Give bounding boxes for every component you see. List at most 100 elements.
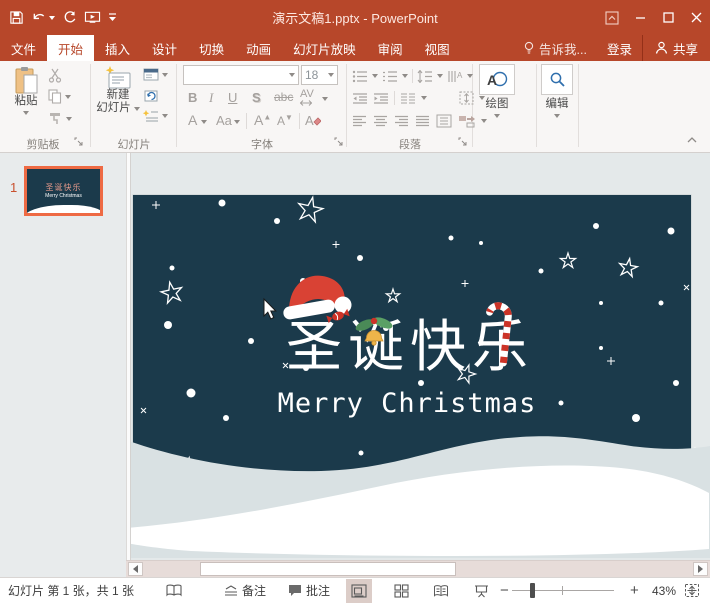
copy-dropdown-icon[interactable]	[65, 94, 71, 99]
zoom-out-button[interactable]: −	[500, 578, 509, 603]
paste-dropdown-icon[interactable]	[23, 111, 29, 115]
minimize-button[interactable]	[626, 0, 654, 35]
grow-font-button[interactable]: A▲	[254, 112, 271, 128]
distribute-columns-icon[interactable]	[436, 114, 452, 128]
line-spacing-icon[interactable]	[417, 69, 433, 83]
ribbon-display-options-button[interactable]	[598, 0, 626, 35]
character-spacing-button[interactable]: AV	[300, 88, 314, 106]
columns-icon[interactable]	[400, 92, 416, 105]
zoom-in-button[interactable]: +	[630, 578, 639, 603]
align-left-icon[interactable]	[352, 115, 367, 128]
reset-button[interactable]	[143, 88, 159, 103]
notes-button[interactable]: 备注	[224, 578, 266, 603]
zoom-slider-thumb[interactable]	[530, 583, 535, 598]
slide-title-text[interactable]: 圣诞快乐	[286, 315, 534, 380]
align-text-icon[interactable]	[459, 91, 474, 105]
new-slide-dropdown-icon[interactable]	[133, 106, 140, 111]
tab-slideshow[interactable]: 幻灯片放映	[282, 35, 367, 61]
customize-qat-button[interactable]	[108, 12, 117, 23]
editing-button[interactable]: 编辑	[540, 64, 574, 118]
paste-button[interactable]: 粘贴	[12, 66, 40, 115]
scrollbar-thumb[interactable]	[200, 562, 456, 576]
start-slideshow-button[interactable]	[84, 10, 101, 25]
slide-subtitle-text[interactable]: Merry Christmas	[278, 388, 537, 419]
increase-indent-icon[interactable]	[373, 92, 389, 105]
italic-button[interactable]: I	[209, 90, 213, 106]
slide-canvas[interactable]: 圣诞快乐 Merry Christmas	[131, 153, 710, 560]
tell-me-box[interactable]: 告诉我...	[513, 35, 597, 61]
clear-formatting-button[interactable]: A	[305, 113, 321, 128]
paragraph-dialog-launcher[interactable]	[458, 137, 468, 147]
layout-dropdown-icon[interactable]	[162, 72, 168, 77]
font-color-dropdown-icon[interactable]	[201, 120, 207, 124]
undo-button[interactable]	[31, 10, 55, 25]
section-button[interactable]	[143, 109, 168, 123]
zoom-level[interactable]: 43%	[652, 578, 676, 603]
scroll-left-button[interactable]	[128, 562, 143, 576]
tab-transitions[interactable]: 切换	[188, 35, 235, 61]
strikethrough-button[interactable]: abc	[274, 90, 293, 104]
drawing-dropdown-icon[interactable]	[494, 114, 500, 118]
format-painter-button[interactable]	[48, 111, 72, 126]
bullet-dropdown-icon[interactable]	[372, 74, 378, 78]
redo-button[interactable]	[62, 10, 77, 25]
clipboard-dialog-launcher[interactable]	[74, 137, 84, 147]
layout-button[interactable]	[143, 68, 168, 81]
numbered-dropdown-icon[interactable]	[402, 74, 408, 78]
change-case-button[interactable]: Aa	[216, 113, 232, 128]
drawing-button[interactable]: A 绘图	[478, 64, 516, 118]
bullet-list-icon[interactable]	[352, 70, 368, 83]
close-button[interactable]	[682, 0, 710, 35]
columns-dropdown-icon[interactable]	[421, 96, 427, 100]
horizontal-scrollbar[interactable]	[126, 560, 710, 577]
slideshow-view-button[interactable]	[468, 579, 494, 603]
font-dialog-launcher[interactable]	[334, 137, 344, 147]
zoom-slider-track[interactable]	[512, 590, 614, 591]
text-direction-icon[interactable]: A	[447, 70, 463, 83]
slide-sorter-view-button[interactable]	[388, 579, 414, 603]
bold-button[interactable]: B	[188, 90, 197, 105]
slide-thumbnail-panel[interactable]: 1 圣诞快乐 Merry Christmas	[0, 153, 126, 560]
comments-button[interactable]: 批注	[288, 578, 330, 603]
spacing-dropdown-icon[interactable]	[322, 97, 328, 101]
tab-home[interactable]: 开始	[47, 35, 95, 61]
tab-insert[interactable]: 插入	[94, 35, 141, 61]
text-shadow-button[interactable]: S	[252, 90, 261, 105]
format-painter-dropdown-icon[interactable]	[66, 116, 72, 121]
tab-animations[interactable]: 动画	[235, 35, 282, 61]
tab-view[interactable]: 视图	[414, 35, 461, 61]
text-direction-dropdown-icon[interactable]	[467, 74, 473, 78]
section-dropdown-icon[interactable]	[162, 114, 168, 118]
copy-button[interactable]	[48, 89, 71, 104]
tab-design[interactable]: 设计	[141, 35, 188, 61]
tab-file[interactable]: 文件	[0, 35, 47, 61]
font-name-combobox[interactable]	[183, 65, 299, 85]
undo-dropdown-icon[interactable]	[49, 15, 55, 20]
fit-slide-button[interactable]	[684, 578, 700, 603]
align-center-icon[interactable]	[373, 115, 388, 128]
sign-in-button[interactable]: 登录	[597, 35, 642, 61]
align-right-icon[interactable]	[394, 115, 409, 128]
normal-view-button[interactable]	[346, 579, 372, 603]
new-slide-button[interactable]: 新建 幻灯片	[96, 66, 140, 115]
cut-button[interactable]	[48, 68, 64, 83]
justify-icon[interactable]	[415, 115, 430, 128]
editing-dropdown-icon[interactable]	[554, 114, 560, 118]
underline-button[interactable]: U	[228, 90, 237, 105]
change-case-dropdown-icon[interactable]	[234, 120, 240, 124]
slide-editor-area[interactable]: 圣诞快乐 Merry Christmas	[131, 153, 710, 560]
save-icon[interactable]	[9, 10, 24, 25]
tab-review[interactable]: 审阅	[367, 35, 414, 61]
spell-check-button[interactable]	[166, 578, 182, 603]
font-color-button[interactable]: A	[188, 112, 197, 128]
maximize-button[interactable]	[654, 0, 682, 35]
line-spacing-dropdown-icon[interactable]	[437, 74, 443, 78]
smartart-icon[interactable]	[458, 114, 475, 128]
collapse-ribbon-button[interactable]	[686, 135, 698, 145]
font-size-combobox[interactable]: 18	[301, 65, 338, 85]
reading-view-button[interactable]	[428, 579, 454, 603]
slide-thumbnail[interactable]: 圣诞快乐 Merry Christmas	[24, 166, 103, 216]
share-button[interactable]: 共享	[641, 35, 710, 61]
numbered-list-icon[interactable]	[382, 70, 398, 83]
smartart-dropdown-icon[interactable]	[481, 119, 487, 123]
